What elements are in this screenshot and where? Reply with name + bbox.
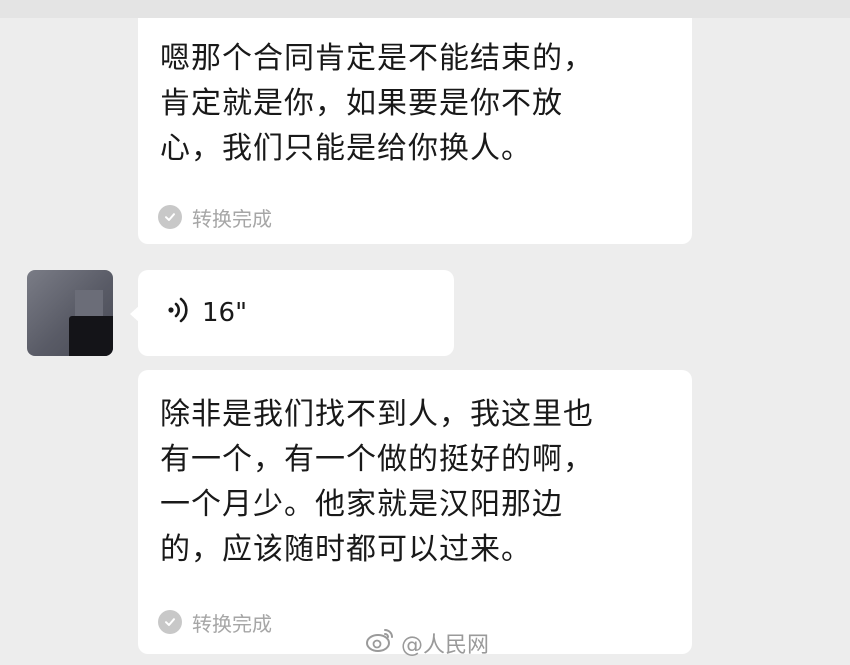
voice-message-content: 16" — [166, 270, 247, 356]
transcript-bubble[interactable]: 除非是我们找不到人，我这里也 有一个，有一个做的挺好的啊， 一个月少。他家就是汉… — [138, 370, 692, 654]
transcript-bubble[interactable]: 嗯那个合同肯定是不能结束的， 肯定就是你，如果要是你不放 心，我们只能是给你换人… — [138, 18, 692, 244]
conversion-status: 转换完成 — [158, 608, 272, 636]
transcript-text: 除非是我们找不到人，我这里也 有一个，有一个做的挺好的啊， 一个月少。他家就是汉… — [160, 397, 594, 567]
check-circle-icon — [158, 610, 182, 634]
conversion-status: 转换完成 — [158, 203, 272, 231]
transcript-text: 嗯那个合同肯定是不能结束的， 肯定就是你，如果要是你不放 心，我们只能是给你换人… — [160, 41, 594, 166]
avatar-mosaic — [75, 290, 103, 316]
conversion-status-label: 转换完成 — [192, 611, 272, 636]
weibo-icon — [365, 627, 395, 659]
watermark: @人民网 — [365, 628, 489, 658]
voice-message-bubble[interactable]: 16" — [138, 270, 454, 356]
top-strip — [0, 0, 850, 18]
conversion-status-label: 转换完成 — [192, 206, 272, 231]
watermark-text: @人民网 — [401, 633, 490, 658]
avatar-mosaic-dark — [69, 316, 113, 356]
sender-avatar[interactable] — [27, 270, 113, 356]
voice-wave-icon — [166, 295, 192, 332]
voice-duration: 16" — [202, 298, 248, 328]
check-circle-icon — [158, 205, 182, 229]
